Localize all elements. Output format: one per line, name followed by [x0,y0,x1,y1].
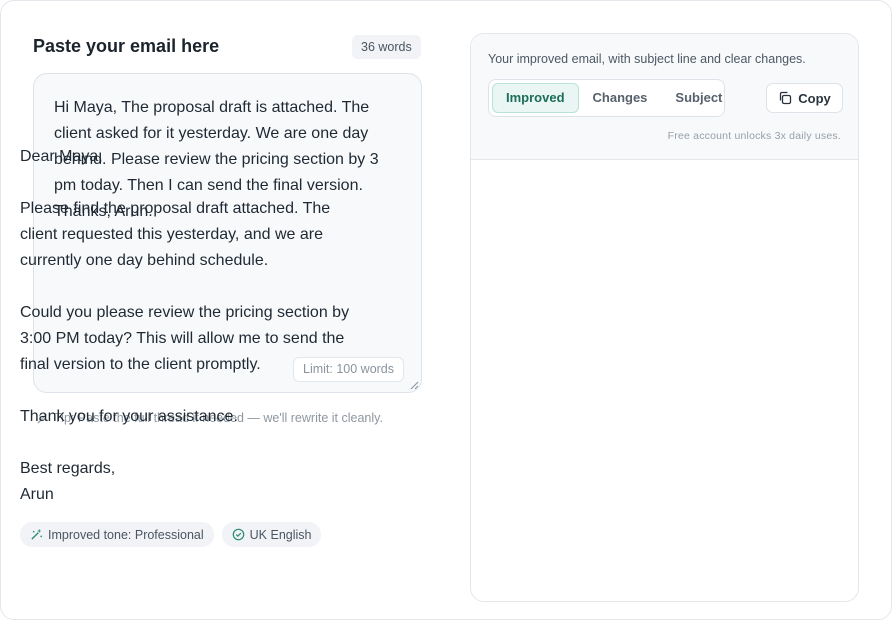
output-panel: Your improved email, with subject line a… [470,33,859,602]
tone-chip-label: Improved tone: Professional [48,527,204,542]
email-paragraph: Please find the proposal draft attached.… [20,200,331,269]
word-count-badge: 36 words [352,35,421,59]
output-panel-header: Your improved email, with subject line a… [471,34,858,160]
copy-button[interactable]: Copy [766,83,843,113]
email-paragraph: Could you please review the pricing sect… [20,304,350,373]
copy-icon [780,91,792,105]
free-account-note: Free account unlocks 3x daily uses. [667,130,841,142]
email-paragraph: Thank you for your assistance. [20,408,238,425]
resize-handle-icon[interactable] [410,381,419,390]
tone-chip: Improved tone: Professional [20,522,214,547]
input-panel-title: Paste your email here [33,36,220,56]
magic-wand-icon [31,528,42,540]
tab-changes[interactable]: Changes [579,83,662,113]
email-signature: Arun [20,486,54,503]
language-chip-label: UK English [249,527,312,542]
tab-improved[interactable]: Improved [492,83,579,113]
email-signoff: Best regards, [20,460,116,477]
output-tabs: Improved Changes Subject [488,79,725,117]
output-panel-subtitle: Your improved email, with subject line a… [488,52,806,66]
copy-button-label: Copy [798,90,831,106]
improvement-chips: Improved tone: Professional UK English [20,522,322,547]
email-greeting: Dear Maya, [20,148,103,165]
check-circle-icon [232,528,244,541]
improved-email: Dear Maya, Please find the proposal draf… [20,144,370,508]
language-chip: UK English [221,522,322,547]
tab-subject[interactable]: Subject [661,83,736,113]
